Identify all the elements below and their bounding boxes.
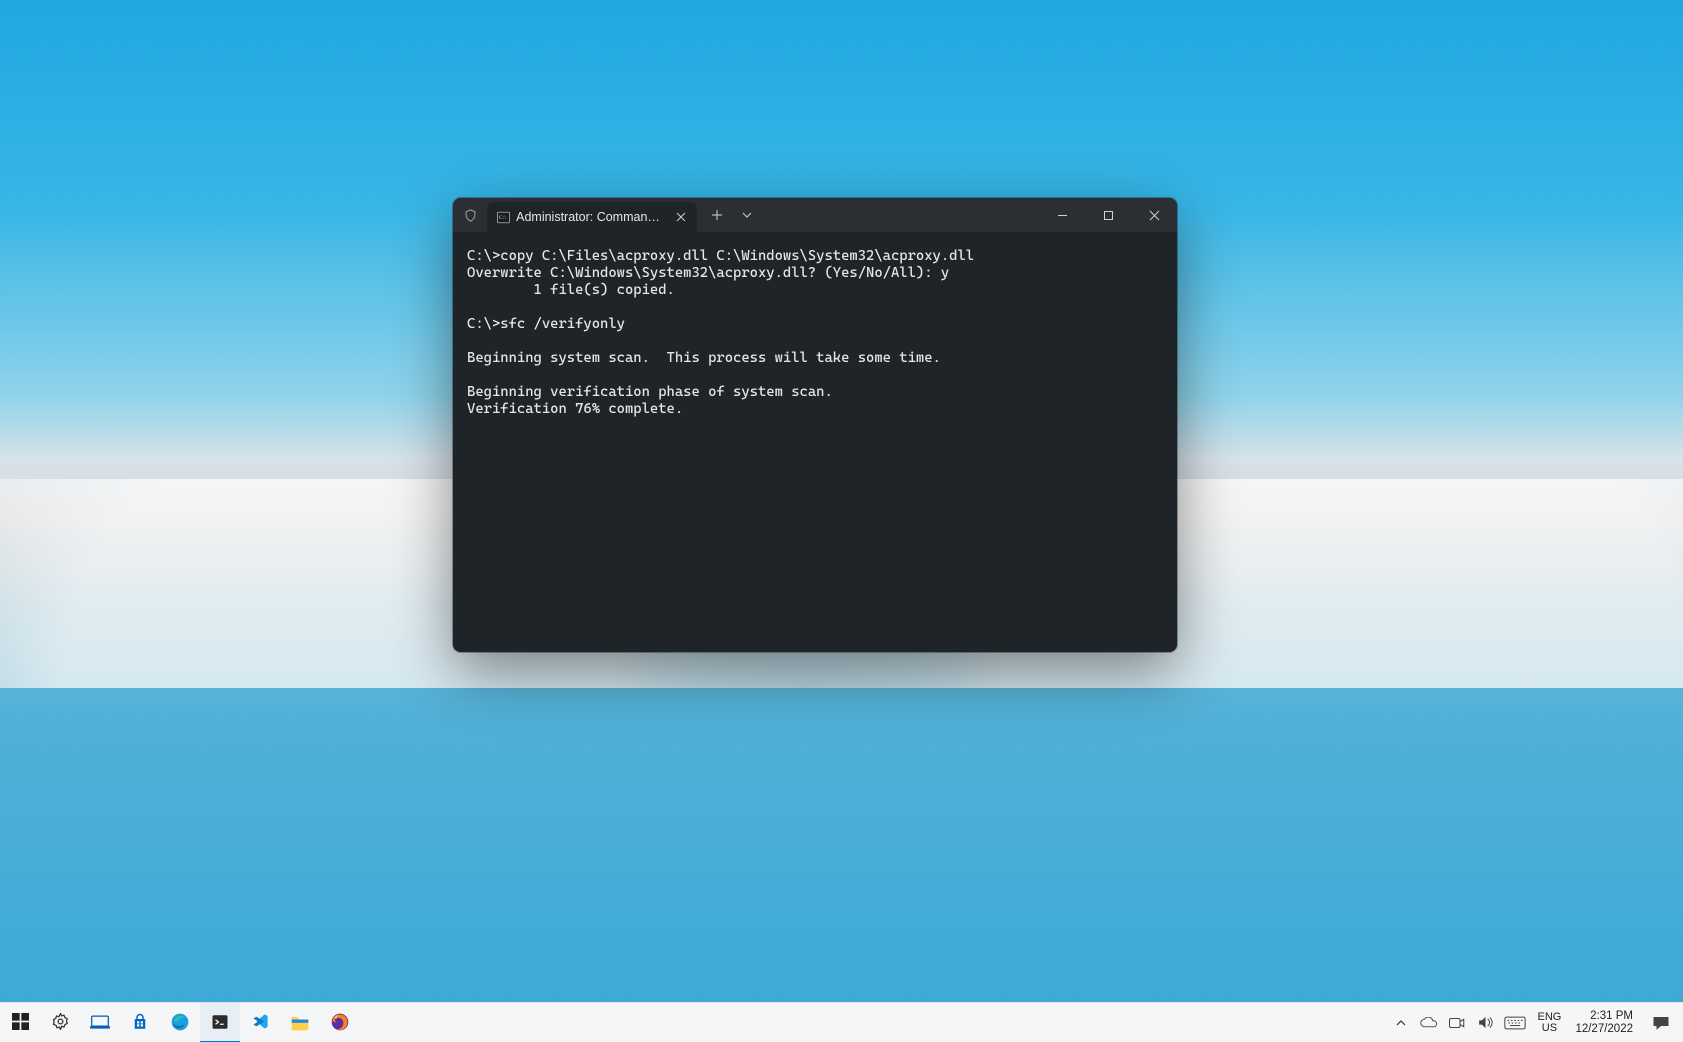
clock-button[interactable]: 2:31 PM 12/27/2022 <box>1569 1010 1639 1035</box>
tab-close-button[interactable] <box>672 208 689 226</box>
action-center-button[interactable] <box>1643 1003 1679 1042</box>
meet-now-tray-icon[interactable] <box>1445 1003 1469 1042</box>
new-tab-button[interactable] <box>703 201 731 229</box>
vscode-button[interactable] <box>240 1003 280 1042</box>
close-button[interactable] <box>1131 198 1177 232</box>
lang-secondary: US <box>1542 1023 1557 1034</box>
clock-time: 2:31 PM <box>1590 1010 1633 1023</box>
language-indicator[interactable]: ENG US <box>1533 1012 1565 1034</box>
cmd-icon: C:\ <box>497 210 510 224</box>
file-explorer-button[interactable] <box>280 1003 320 1042</box>
firefox-button[interactable] <box>320 1003 360 1042</box>
start-button[interactable] <box>0 1003 40 1042</box>
terminal-taskbar-button[interactable] <box>200 1003 240 1042</box>
settings-button[interactable] <box>40 1003 80 1042</box>
maximize-button[interactable] <box>1085 198 1131 232</box>
minimize-button[interactable] <box>1039 198 1085 232</box>
clock-date: 12/27/2022 <box>1575 1023 1633 1036</box>
tab-label: Administrator: Command Prom <box>516 210 666 224</box>
volume-tray-icon[interactable] <box>1473 1003 1497 1042</box>
onedrive-tray-icon[interactable] <box>1417 1003 1441 1042</box>
svg-text:C:\: C:\ <box>499 215 506 221</box>
edge-button[interactable] <box>160 1003 200 1042</box>
terminal-output[interactable]: C:\>copy C:\Files\acproxy.dll C:\Windows… <box>453 232 1177 652</box>
ime-tray-icon[interactable] <box>1501 1003 1529 1042</box>
shield-icon <box>453 198 487 232</box>
lang-primary: ENG <box>1538 1012 1562 1023</box>
titlebar-drag-region[interactable] <box>761 198 1039 232</box>
tab-dropdown-button[interactable] <box>733 201 761 229</box>
terminal-window: C:\ Administrator: Command Prom <box>453 198 1177 652</box>
task-view-button[interactable] <box>80 1003 120 1042</box>
tab-command-prompt[interactable]: C:\ Administrator: Command Prom <box>487 202 697 232</box>
taskbar: ENG US 2:31 PM 12/27/2022 <box>0 1002 1683 1042</box>
microsoft-store-button[interactable] <box>120 1003 160 1042</box>
window-titlebar[interactable]: C:\ Administrator: Command Prom <box>453 198 1177 232</box>
show-hidden-icons-button[interactable] <box>1389 1003 1413 1042</box>
